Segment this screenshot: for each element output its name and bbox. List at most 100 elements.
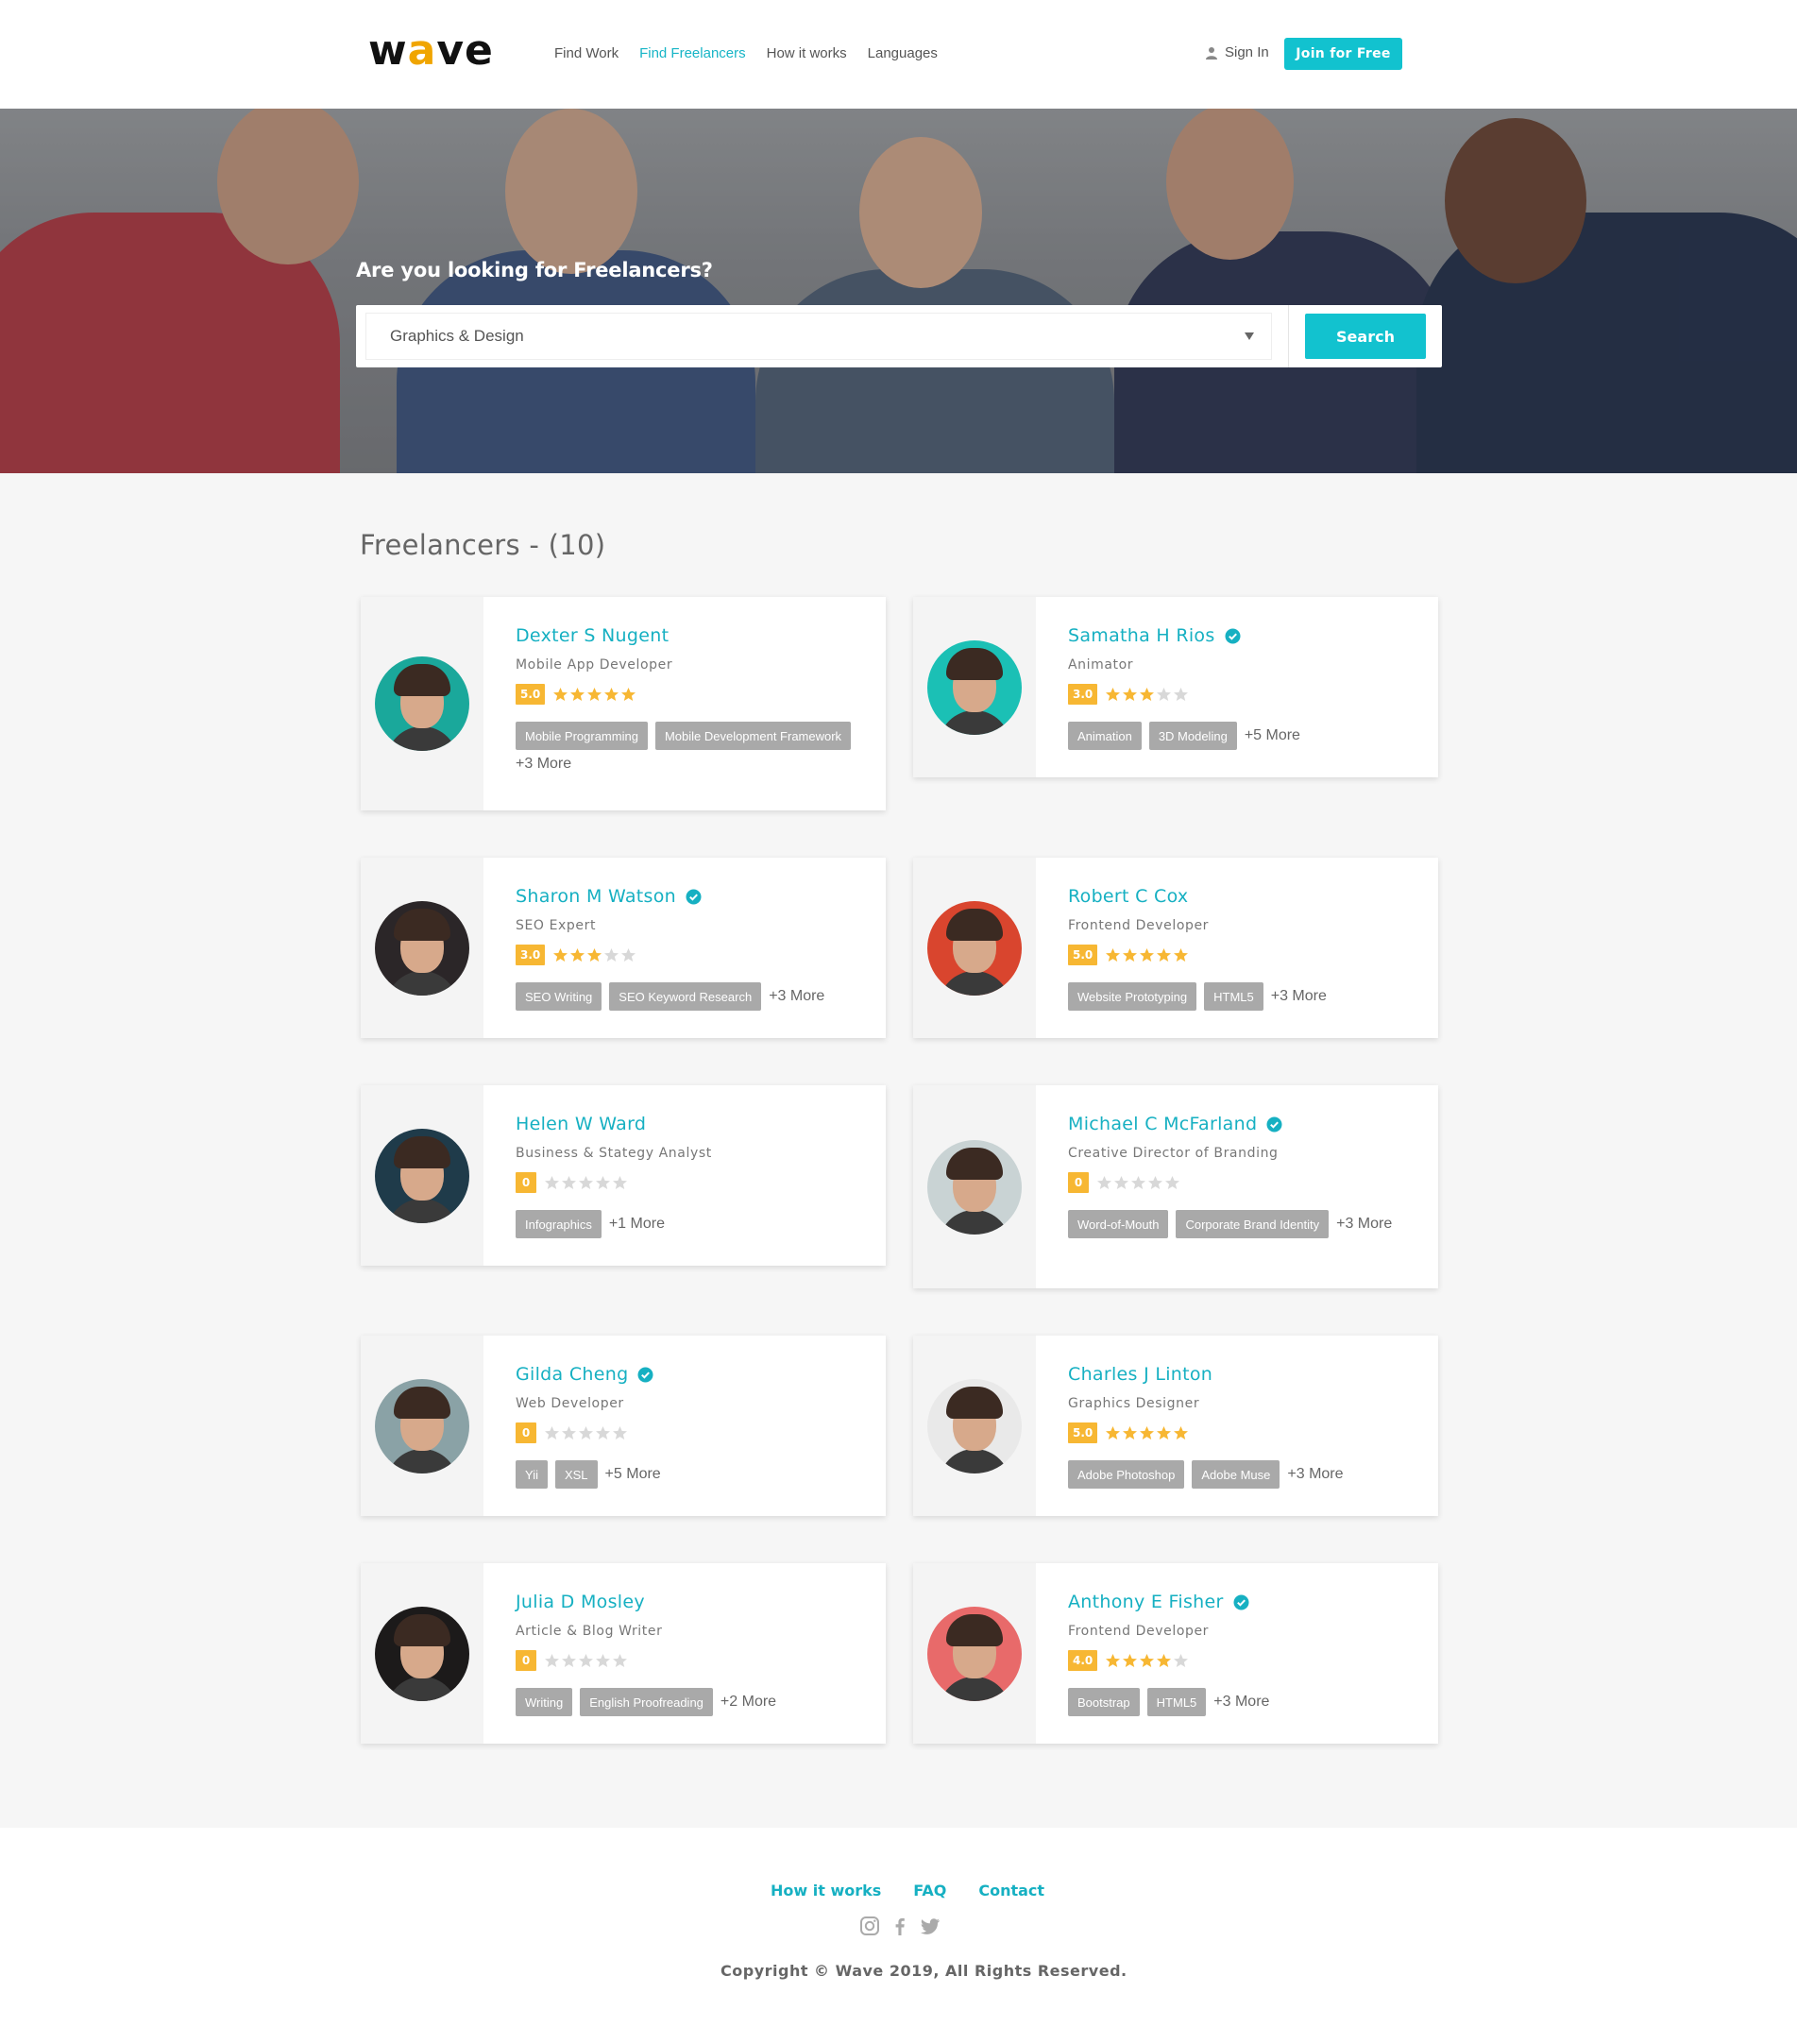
more-skills-link[interactable]: +5 More — [1245, 727, 1300, 744]
more-skills-link[interactable]: +3 More — [769, 988, 824, 1005]
hero-banner: Are you looking for Freelancers? Graphic… — [0, 109, 1797, 473]
avatar[interactable] — [375, 1606, 469, 1701]
rating: 0 — [1068, 1172, 1406, 1193]
avatar[interactable] — [927, 1378, 1022, 1473]
skill-tag[interactable]: HTML5 — [1204, 982, 1263, 1011]
freelancer-card[interactable]: Michael C McFarland Creative Director of … — [913, 1085, 1438, 1288]
nav-find-work[interactable]: Find Work — [554, 45, 619, 61]
join-for-free-button[interactable]: Join for Free — [1284, 38, 1402, 70]
freelancer-card[interactable]: Charles J Linton Graphics Designer 5.0 Adob… — [913, 1336, 1438, 1516]
more-skills-link[interactable]: +3 More — [1336, 1216, 1392, 1233]
skill-tag[interactable]: Adobe Photoshop — [1068, 1460, 1185, 1489]
twitter-icon[interactable] — [920, 1916, 941, 1936]
avatar-panel — [913, 1336, 1036, 1516]
star-empty-icon — [545, 1175, 559, 1189]
avatar[interactable] — [375, 900, 469, 996]
skill-tag[interactable]: Corporate Brand Identity — [1176, 1210, 1330, 1238]
skill-tag[interactable]: SEO Writing — [516, 982, 602, 1011]
freelancer-card[interactable]: Robert C Cox Frontend Developer 5.0 Website… — [913, 858, 1438, 1038]
more-skills-link[interactable]: +1 More — [609, 1216, 665, 1233]
star-rating — [1105, 947, 1189, 963]
star-filled-icon — [1140, 1653, 1155, 1667]
freelancer-name[interactable]: Dexter S Nugent — [516, 625, 854, 646]
skill-tag[interactable]: Writing — [516, 1688, 573, 1716]
avatar-body-shape — [939, 1676, 1010, 1701]
avatar-body-shape — [386, 1198, 458, 1223]
star-filled-icon — [1106, 1425, 1121, 1439]
avatar[interactable] — [927, 900, 1022, 996]
skill-tag[interactable]: 3D Modeling — [1148, 722, 1237, 750]
skill-tag[interactable]: Website Prototyping — [1068, 982, 1197, 1011]
freelancer-card[interactable]: Julia D Mosley Article & Blog Writer 0 Writ… — [361, 1563, 886, 1744]
skill-tag[interactable]: Bootstrap — [1068, 1688, 1140, 1716]
skill-tag[interactable]: Word-of-Mouth — [1068, 1210, 1169, 1238]
freelancer-name[interactable]: Helen W Ward — [516, 1114, 854, 1134]
sign-in-link[interactable]: Sign In — [1206, 44, 1269, 60]
avatar-panel — [361, 597, 483, 810]
instagram-icon[interactable] — [859, 1916, 880, 1936]
nav-find-freelancers[interactable]: Find Freelancers — [639, 45, 746, 61]
avatar[interactable] — [927, 639, 1022, 735]
more-skills-link[interactable]: +3 More — [1213, 1694, 1269, 1711]
more-skills-link[interactable]: +3 More — [1271, 988, 1327, 1005]
avatar[interactable] — [375, 1128, 469, 1223]
star-empty-icon — [604, 947, 619, 962]
freelancer-card[interactable]: Helen W Ward Business & Stategy Analyst 0 I… — [361, 1085, 886, 1266]
footer-link-faq[interactable]: FAQ — [913, 1882, 946, 1899]
skill-tag[interactable]: XSL — [554, 1460, 598, 1489]
avatar-hair-shape — [394, 1386, 450, 1419]
star-filled-icon — [1106, 947, 1121, 962]
star-empty-icon — [1157, 687, 1172, 701]
avatar[interactable] — [927, 1606, 1022, 1701]
footer-links: How it works FAQ Contact — [771, 1882, 1044, 1899]
star-empty-icon — [545, 1653, 559, 1667]
caret-down-icon — [1245, 332, 1254, 340]
more-skills-link[interactable]: +2 More — [720, 1694, 776, 1711]
freelancer-name[interactable]: Robert C Cox — [1068, 886, 1406, 907]
skill-tag[interactable]: Mobile Programming — [516, 722, 648, 750]
freelancer-card[interactable]: Anthony E Fisher Frontend Developer 4.0 Boo… — [913, 1563, 1438, 1744]
freelancer-role: Mobile App Developer — [516, 657, 673, 673]
freelancer-name[interactable]: Anthony E Fisher — [1068, 1592, 1406, 1612]
wave-logo[interactable]: w a ve — [368, 30, 494, 72]
avatar[interactable] — [375, 656, 469, 751]
skill-tag[interactable]: HTML5 — [1146, 1688, 1207, 1716]
nav-languages[interactable]: Languages — [868, 45, 938, 61]
skill-tag[interactable]: English Proofreading — [580, 1688, 713, 1716]
more-skills-link[interactable]: +3 More — [516, 756, 571, 773]
more-skills-link[interactable]: +5 More — [605, 1466, 661, 1483]
skill-tag[interactable]: Yii — [516, 1460, 548, 1489]
skill-tag[interactable]: Adobe Muse — [1192, 1460, 1280, 1489]
freelancer-card[interactable]: Samatha H Rios Animator 3.0 Animation 3D Mod… — [913, 597, 1438, 777]
nav-how-it-works[interactable]: How it works — [767, 45, 847, 61]
freelancer-name[interactable]: Julia D Mosley — [516, 1592, 854, 1612]
star-filled-icon — [1157, 947, 1172, 962]
avatar[interactable] — [375, 1378, 469, 1473]
sign-in-label: Sign In — [1225, 44, 1269, 60]
freelancer-name[interactable]: Michael C McFarland — [1068, 1114, 1406, 1134]
freelancer-name[interactable]: Gilda Cheng — [516, 1364, 854, 1385]
star-empty-icon — [579, 1425, 593, 1439]
freelancer-info: Sharon M Watson SEO Expert 3.0 SEO Writing S… — [483, 858, 886, 1038]
category-select[interactable]: Graphics & Design — [365, 313, 1272, 360]
more-skills-link[interactable]: +3 More — [1287, 1466, 1343, 1483]
skill-tag[interactable]: SEO Keyword Research — [609, 982, 762, 1011]
star-filled-icon — [1123, 1653, 1138, 1667]
freelancer-name[interactable]: Charles J Linton — [1068, 1364, 1406, 1385]
skill-tag[interactable]: Animation — [1068, 722, 1142, 750]
freelancer-card[interactable]: Dexter S Nugent Mobile App Developer 5.0 Mo… — [361, 597, 886, 810]
search-button[interactable]: Search — [1305, 314, 1426, 359]
footer-link-how-it-works[interactable]: How it works — [771, 1882, 881, 1899]
skill-tag[interactable]: Mobile Development Framework — [654, 722, 852, 750]
facebook-icon[interactable] — [890, 1916, 910, 1936]
skill-tag[interactable]: Infographics — [516, 1210, 602, 1238]
freelancer-name[interactable]: Sharon M Watson — [516, 886, 854, 907]
copyright-text: Copyright © Wave 2019, All Rights Reserv… — [720, 1962, 1127, 1980]
freelancer-name[interactable]: Samatha H Rios — [1068, 625, 1406, 646]
freelancer-card[interactable]: Sharon M Watson SEO Expert 3.0 SEO Writing S… — [361, 858, 886, 1038]
avatar[interactable] — [927, 1139, 1022, 1235]
freelancer-card[interactable]: Gilda Cheng Web Developer 0 Yii XSL +5 More — [361, 1336, 886, 1516]
freelancer-role: Frontend Developer — [1068, 1624, 1210, 1639]
footer-link-contact[interactable]: Contact — [978, 1882, 1044, 1899]
star-rating — [1096, 1175, 1180, 1191]
